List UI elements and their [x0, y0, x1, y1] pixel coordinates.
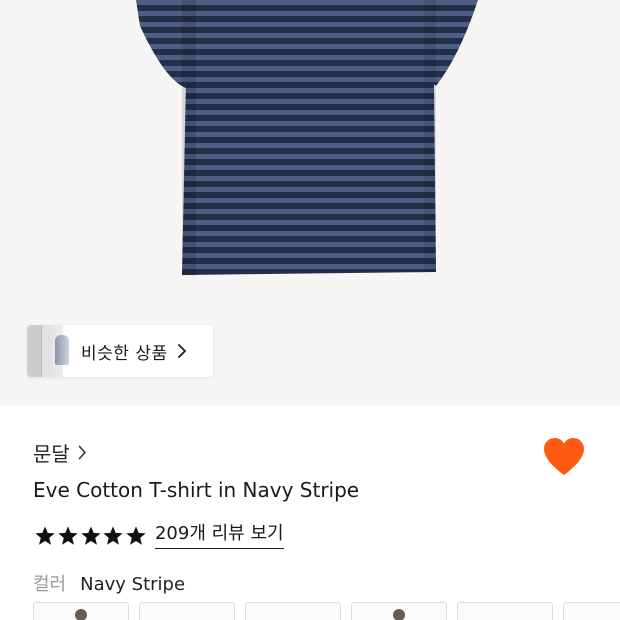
star-icon: [35, 526, 55, 545]
brand-link[interactable]: 문달: [33, 438, 88, 467]
color-label: 컬러: [33, 574, 67, 595]
star-icon: [58, 526, 78, 545]
similar-products-label: 비슷한 상품: [81, 343, 168, 364]
star-icon: [80, 526, 101, 545]
product-hero-image[interactable]: 비슷한 상품: [0, 0, 620, 405]
color-swatch[interactable]: [139, 602, 235, 620]
rating-stars: [34, 525, 148, 547]
brand-name: 문달: [33, 442, 70, 466]
color-swatch[interactable]: [245, 602, 341, 620]
color-swatch-list: [33, 602, 620, 620]
star-icon: [126, 526, 146, 545]
similar-products-button[interactable]: 비슷한 상품: [27, 325, 213, 377]
favorite-heart-icon[interactable]: [542, 436, 586, 478]
color-value: Navy Stripe: [80, 574, 186, 595]
color-row: 컬러 Navy Stripe: [33, 570, 185, 596]
chevron-right-icon: [177, 342, 191, 360]
reviews-link[interactable]: 209개 리뷰 보기: [154, 523, 284, 549]
color-swatch[interactable]: [351, 602, 447, 620]
color-swatch[interactable]: [457, 602, 553, 620]
chevron-right-icon: [78, 445, 88, 461]
product-title: Eve Cotton T-shirt in Navy Stripe: [33, 478, 360, 502]
rating-row: 209개 리뷰 보기: [34, 523, 284, 549]
color-swatch[interactable]: [33, 602, 129, 620]
color-swatch[interactable]: [563, 602, 620, 620]
similar-products-thumbnail: [27, 325, 77, 377]
star-icon: [103, 526, 124, 545]
